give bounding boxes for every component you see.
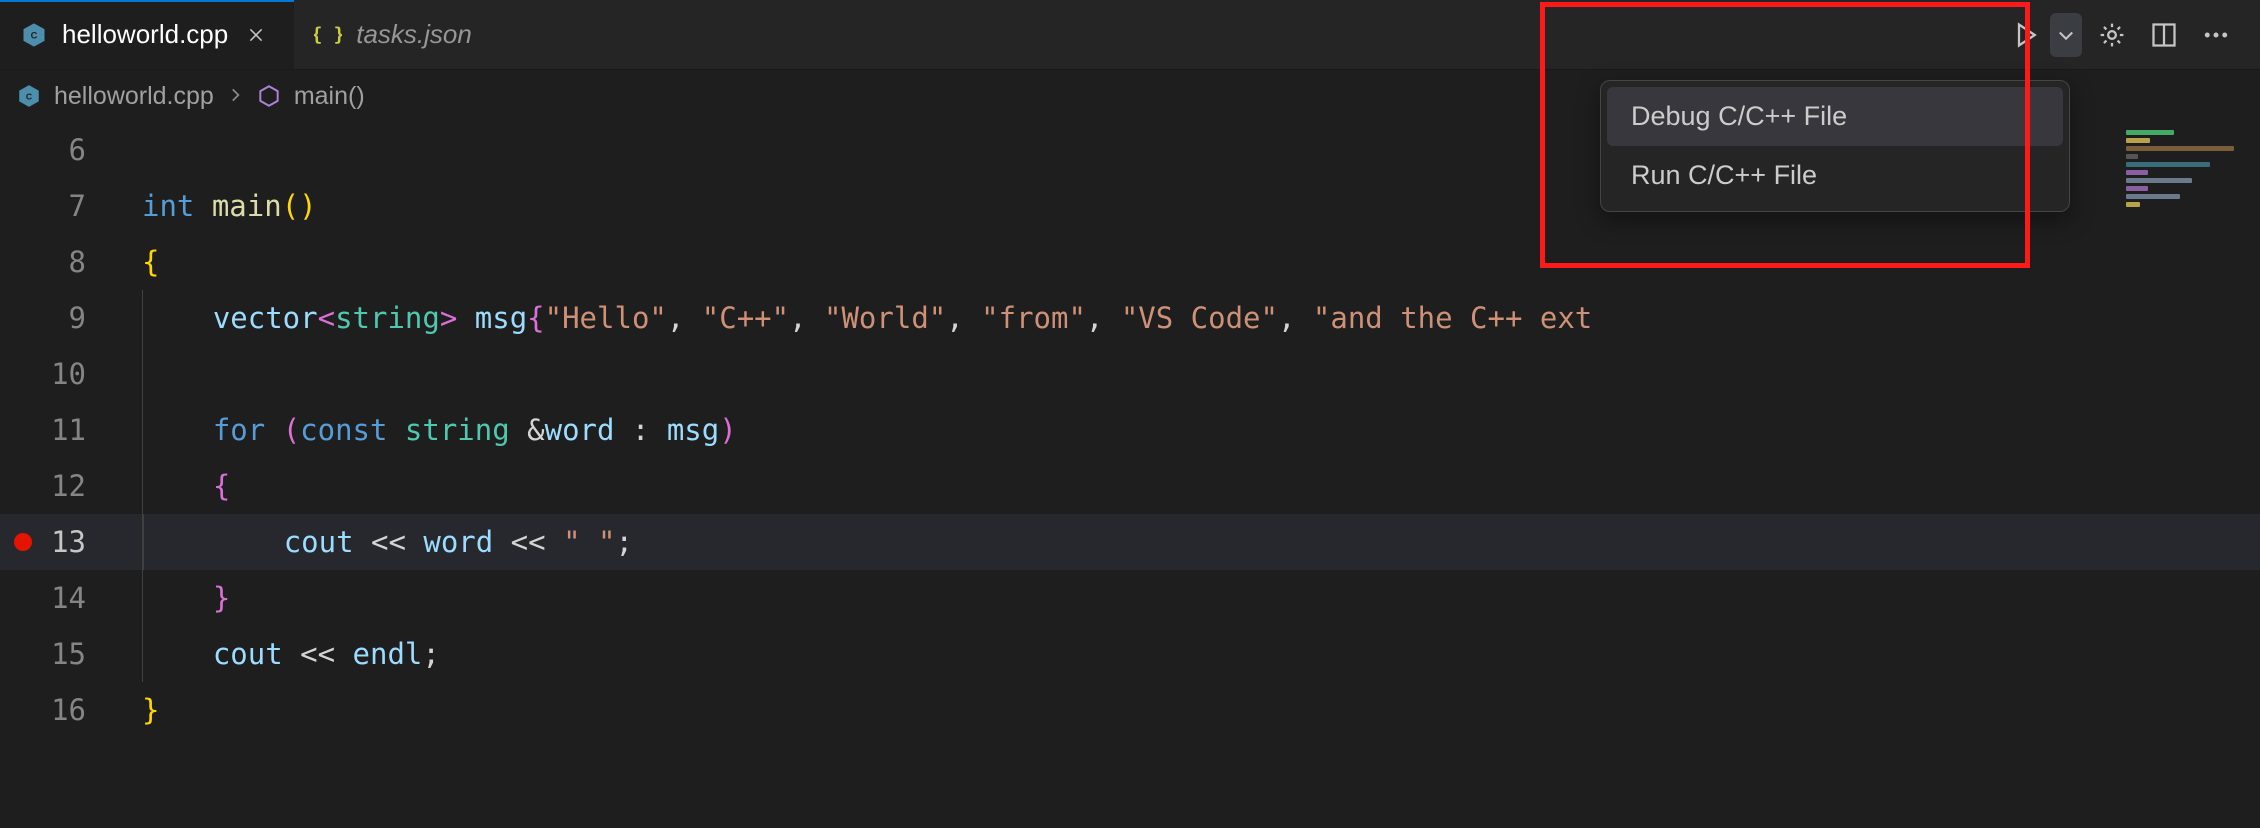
- code-line[interactable]: 14 }: [0, 570, 2260, 626]
- svg-text:{ }: { }: [314, 24, 342, 45]
- code-line[interactable]: 16}: [0, 682, 2260, 738]
- close-icon[interactable]: [242, 21, 270, 49]
- line-number[interactable]: 10: [0, 346, 108, 402]
- more-actions-button[interactable]: [2194, 13, 2238, 57]
- dropdown-item-run[interactable]: Run C/C++ File: [1607, 146, 2063, 205]
- dropdown-item-debug[interactable]: Debug C/C++ File: [1607, 87, 2063, 146]
- editor-title-actions: [2004, 0, 2252, 69]
- cpp-file-icon: C: [16, 83, 42, 109]
- code-content[interactable]: vector<string> msg{"Hello", "C++", "Worl…: [108, 290, 1592, 346]
- code-content[interactable]: }: [108, 682, 159, 738]
- line-number[interactable]: 12: [0, 458, 108, 514]
- split-editor-icon: [2150, 21, 2178, 49]
- code-content[interactable]: cout << endl;: [108, 626, 440, 682]
- run-button[interactable]: [2004, 13, 2048, 57]
- play-icon: [2012, 21, 2040, 49]
- line-number[interactable]: 15: [0, 626, 108, 682]
- breakpoint-icon[interactable]: [14, 533, 32, 551]
- run-debug-dropdown: Debug C/C++ File Run C/C++ File: [1600, 80, 2070, 212]
- run-dropdown-toggle[interactable]: [2050, 13, 2082, 57]
- code-line[interactable]: 13 cout << word << " ";: [0, 514, 2260, 570]
- split-editor-button[interactable]: [2142, 13, 2186, 57]
- line-number[interactable]: 14: [0, 570, 108, 626]
- breadcrumb-file[interactable]: helloworld.cpp: [54, 82, 214, 111]
- code-line[interactable]: 12 {: [0, 458, 2260, 514]
- more-icon: [2202, 21, 2230, 49]
- line-number[interactable]: 7: [0, 178, 108, 234]
- code-line[interactable]: 9 vector<string> msg{"Hello", "C++", "Wo…: [0, 290, 2260, 346]
- line-number[interactable]: 6: [0, 122, 108, 178]
- svg-text:+: +: [41, 35, 45, 41]
- editor-tab-bar: C + + helloworld.cpp { } tasks.json: [0, 0, 2260, 70]
- settings-button[interactable]: [2090, 13, 2134, 57]
- cpp-file-icon: C + +: [20, 21, 48, 49]
- line-number[interactable]: 16: [0, 682, 108, 738]
- breadcrumb-symbol[interactable]: main(): [294, 82, 365, 111]
- tab-helloworld-cpp[interactable]: C + + helloworld.cpp: [0, 0, 294, 69]
- minimap[interactable]: [2126, 130, 2246, 220]
- line-number[interactable]: 9: [0, 290, 108, 346]
- code-content[interactable]: {: [108, 234, 159, 290]
- tab-label: tasks.json: [356, 19, 472, 50]
- code-line[interactable]: 8{: [0, 234, 2260, 290]
- line-number[interactable]: 8: [0, 234, 108, 290]
- tab-tasks-json[interactable]: { } tasks.json: [294, 0, 496, 69]
- dropdown-item-label: Debug C/C++ File: [1631, 101, 1847, 131]
- code-line[interactable]: 11 for (const string &word : msg): [0, 402, 2260, 458]
- gear-icon: [2098, 21, 2126, 49]
- svg-text:C: C: [31, 30, 38, 40]
- symbol-method-icon: [256, 83, 282, 109]
- code-content[interactable]: int main(): [108, 178, 317, 234]
- code-line[interactable]: 10: [0, 346, 2260, 402]
- code-content[interactable]: [108, 346, 213, 402]
- line-number[interactable]: 13: [0, 514, 108, 570]
- json-file-icon: { }: [314, 21, 342, 49]
- tab-label: helloworld.cpp: [62, 19, 228, 50]
- line-number[interactable]: 11: [0, 402, 108, 458]
- svg-text:C: C: [26, 91, 33, 101]
- code-content[interactable]: {: [108, 458, 230, 514]
- code-content[interactable]: for (const string &word : msg): [108, 402, 737, 458]
- dropdown-item-label: Run C/C++ File: [1631, 160, 1817, 190]
- chevron-right-icon: [226, 82, 244, 111]
- code-line[interactable]: 15 cout << endl;: [0, 626, 2260, 682]
- code-editor[interactable]: 67int main()8{9 vector<string> msg{"Hell…: [0, 122, 2260, 828]
- chevron-down-icon: [2056, 25, 2076, 45]
- code-content[interactable]: }: [108, 570, 230, 626]
- code-content[interactable]: cout << word << " ";: [108, 514, 633, 570]
